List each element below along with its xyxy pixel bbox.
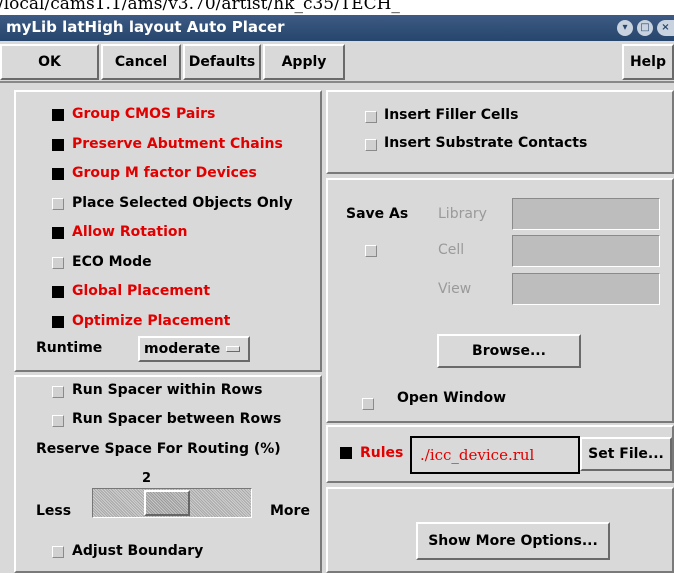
insert-filler-label: Insert Filler Cells [384, 107, 519, 123]
cell-label: Cell [438, 242, 465, 258]
save-as-label: Save As [346, 206, 409, 222]
title-bar: myLib latHigh layout Auto Placer ▾ □ × [0, 15, 674, 41]
spacer-within-rows-checkbox[interactable] [52, 386, 64, 398]
rules-checkbox[interactable] [340, 447, 352, 459]
runtime-label: Runtime [36, 340, 103, 356]
runtime-dropdown[interactable]: moderate [138, 336, 250, 362]
global-placement-checkbox[interactable] [52, 286, 64, 298]
adjust-boundary-checkbox[interactable] [52, 546, 64, 558]
eco-mode-label: ECO Mode [72, 254, 152, 270]
toolbar: OK Cancel Defaults Apply Help [0, 41, 674, 83]
dropdown-indicator-icon [226, 346, 241, 352]
global-placement-label: Global Placement [72, 283, 211, 299]
help-button[interactable]: Help [622, 44, 674, 80]
rules-file-value: ./icc_device.rul [420, 446, 535, 464]
spacer-between-rows-label: Run Spacer between Rows [72, 411, 282, 427]
save-as-cell-checkbox[interactable] [365, 245, 377, 257]
insert-substrate-checkbox[interactable] [365, 139, 377, 151]
filler-panel [326, 90, 674, 174]
view-field[interactable] [512, 273, 660, 305]
less-label: Less [36, 503, 72, 519]
reserve-space-label: Reserve Space For Routing (%) [36, 441, 281, 457]
open-window-label: Open Window [397, 390, 507, 406]
rules-file-input[interactable]: ./icc_device.rul [410, 436, 580, 474]
close-icon[interactable]: × [657, 20, 674, 36]
apply-button[interactable]: Apply [263, 44, 345, 80]
spacer-within-rows-label: Run Spacer within Rows [72, 382, 263, 398]
view-label: View [438, 281, 472, 297]
path-strip: /local/cams1.1/ams/v3.70/artist/hk_c35/T… [0, 0, 674, 15]
eco-mode-checkbox[interactable] [52, 257, 64, 269]
group-m-factor-label: Group M factor Devices [72, 165, 257, 181]
routing-slider[interactable] [92, 488, 252, 518]
group-cmos-pairs-checkbox[interactable] [52, 109, 64, 121]
optimize-placement-label: Optimize Placement [72, 313, 231, 329]
browse-button[interactable]: Browse... [437, 334, 581, 368]
preserve-abutment-label: Preserve Abutment Chains [72, 136, 283, 152]
ok-button[interactable]: OK [0, 44, 99, 80]
place-selected-label: Place Selected Objects Only [72, 195, 293, 211]
allow-rotation-label: Allow Rotation [72, 224, 188, 240]
window-title: myLib latHigh layout Auto Placer [6, 18, 285, 36]
defaults-button[interactable]: Defaults [183, 44, 261, 80]
path-text: /local/cams1.1/ams/v3.70/artist/hk_c35/T… [0, 0, 400, 14]
library-field[interactable] [512, 198, 660, 230]
insert-filler-checkbox[interactable] [365, 111, 377, 123]
group-m-factor-checkbox[interactable] [52, 168, 64, 180]
allow-rotation-checkbox[interactable] [52, 227, 64, 239]
group-cmos-pairs-label: Group CMOS Pairs [72, 106, 216, 122]
more-label: More [270, 503, 310, 519]
maximize-icon[interactable]: □ [637, 20, 653, 36]
open-window-checkbox[interactable] [362, 398, 374, 410]
set-file-button[interactable]: Set File... [580, 437, 672, 471]
library-label: Library [438, 206, 487, 222]
rules-label: Rules [360, 445, 404, 461]
preserve-abutment-checkbox[interactable] [52, 139, 64, 151]
minimize-icon[interactable]: ▾ [617, 20, 633, 36]
cancel-button[interactable]: Cancel [101, 44, 181, 80]
spacer-between-rows-checkbox[interactable] [52, 415, 64, 427]
insert-substrate-label: Insert Substrate Contacts [384, 135, 588, 151]
show-more-options-button[interactable]: Show More Options... [416, 522, 610, 560]
cell-field[interactable] [512, 235, 660, 267]
place-selected-checkbox[interactable] [52, 198, 64, 210]
optimize-placement-checkbox[interactable] [52, 316, 64, 328]
slider-thumb[interactable] [144, 490, 190, 516]
reserve-value: 2 [142, 471, 152, 486]
runtime-value: moderate [144, 341, 221, 357]
adjust-boundary-label: Adjust Boundary [72, 543, 204, 559]
